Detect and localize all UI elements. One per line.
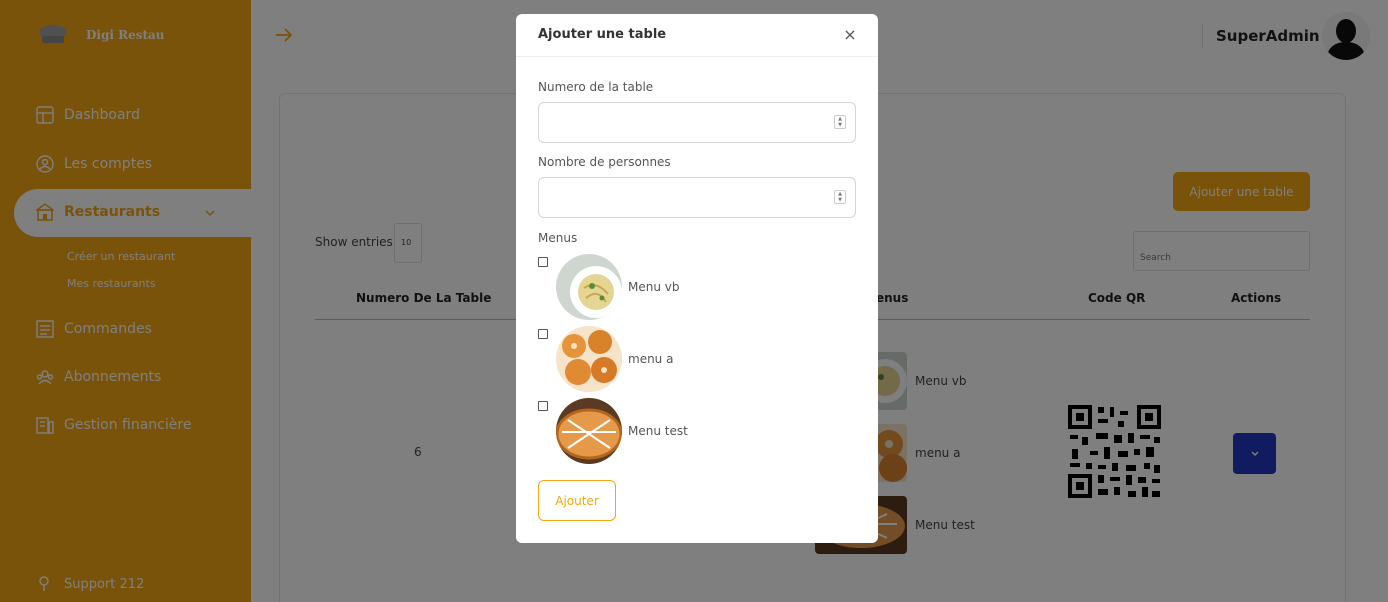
menu-image (556, 254, 622, 320)
menu-checkbox[interactable] (538, 401, 548, 411)
persons-stepper[interactable]: ▲ ▼ (834, 190, 846, 204)
submit-button[interactable]: Ajouter (538, 480, 616, 521)
menu-checkbox[interactable] (538, 257, 548, 267)
table-number-label: Numero de la table (538, 80, 654, 94)
menu-option: menu a (538, 326, 838, 392)
menu-option: Menu test (538, 398, 838, 464)
table-number-input[interactable] (538, 102, 856, 143)
table-number-stepper[interactable]: ▲ ▼ (834, 115, 846, 129)
menu-option: Menu vb (538, 254, 838, 320)
add-table-modal: Ajouter une table × Numero de la table ▲… (516, 14, 878, 543)
menu-checkbox[interactable] (538, 329, 548, 339)
menu-image (556, 398, 622, 464)
persons-input[interactable] (538, 177, 856, 218)
menu-image (556, 326, 622, 392)
menu-name: menu a (628, 352, 674, 366)
modal-title: Ajouter une table (538, 27, 667, 42)
modal-header-divider (516, 56, 878, 57)
close-icon[interactable]: × (842, 27, 858, 43)
menu-name: Menu vb (628, 280, 680, 294)
menu-name: Menu test (628, 424, 688, 438)
menus-label: Menus (538, 231, 578, 245)
persons-label: Nombre de personnes (538, 155, 671, 169)
